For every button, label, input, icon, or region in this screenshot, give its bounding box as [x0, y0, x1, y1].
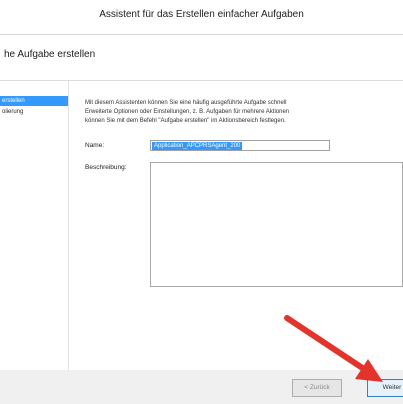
- description-line: Mit diesem Assistenten können Sie eine h…: [85, 100, 287, 106]
- wizard-description: Mit diesem Assistenten können Sie eine h…: [85, 99, 403, 126]
- title-bar: Assistent für das Erstellen einfacher Au…: [0, 0, 403, 35]
- sidebar-item-label: olierung: [2, 109, 24, 115]
- task-wizard-window: Assistent für das Erstellen einfacher Au…: [0, 0, 403, 404]
- wizard-footer: < Zurück Weiter: [0, 370, 403, 404]
- window-title: Assistent für das Erstellen einfacher Au…: [99, 9, 304, 20]
- back-button[interactable]: < Zurück: [292, 379, 342, 397]
- description-label: Beschreibung:: [85, 164, 127, 171]
- next-button[interactable]: Weiter: [367, 379, 403, 397]
- description-line: Erweiterte Optionen oder Einstellungen, …: [85, 109, 290, 115]
- sidebar-item-trigger[interactable]: olierung: [0, 107, 68, 117]
- description-field[interactable]: [150, 162, 403, 287]
- sidebar-item-label: erstellen: [2, 98, 25, 104]
- page-title: he Aufgabe erstellen: [4, 49, 96, 60]
- sidebar-item-create-task[interactable]: erstellen: [0, 96, 68, 106]
- wizard-steps-sidebar: erstellen olierung: [0, 81, 69, 404]
- name-field[interactable]: Application_APCPRSAgent_200: [150, 140, 330, 151]
- name-label: Name:: [85, 142, 105, 149]
- description-line: können Sie mit dem Befehl "Aufgabe erste…: [85, 118, 286, 124]
- wizard-header: he Aufgabe erstellen: [0, 35, 403, 81]
- name-field-value: Application_APCPRSAgent_200: [152, 142, 243, 150]
- wizard-content: Mit diesem Assistenten können Sie eine h…: [69, 81, 403, 404]
